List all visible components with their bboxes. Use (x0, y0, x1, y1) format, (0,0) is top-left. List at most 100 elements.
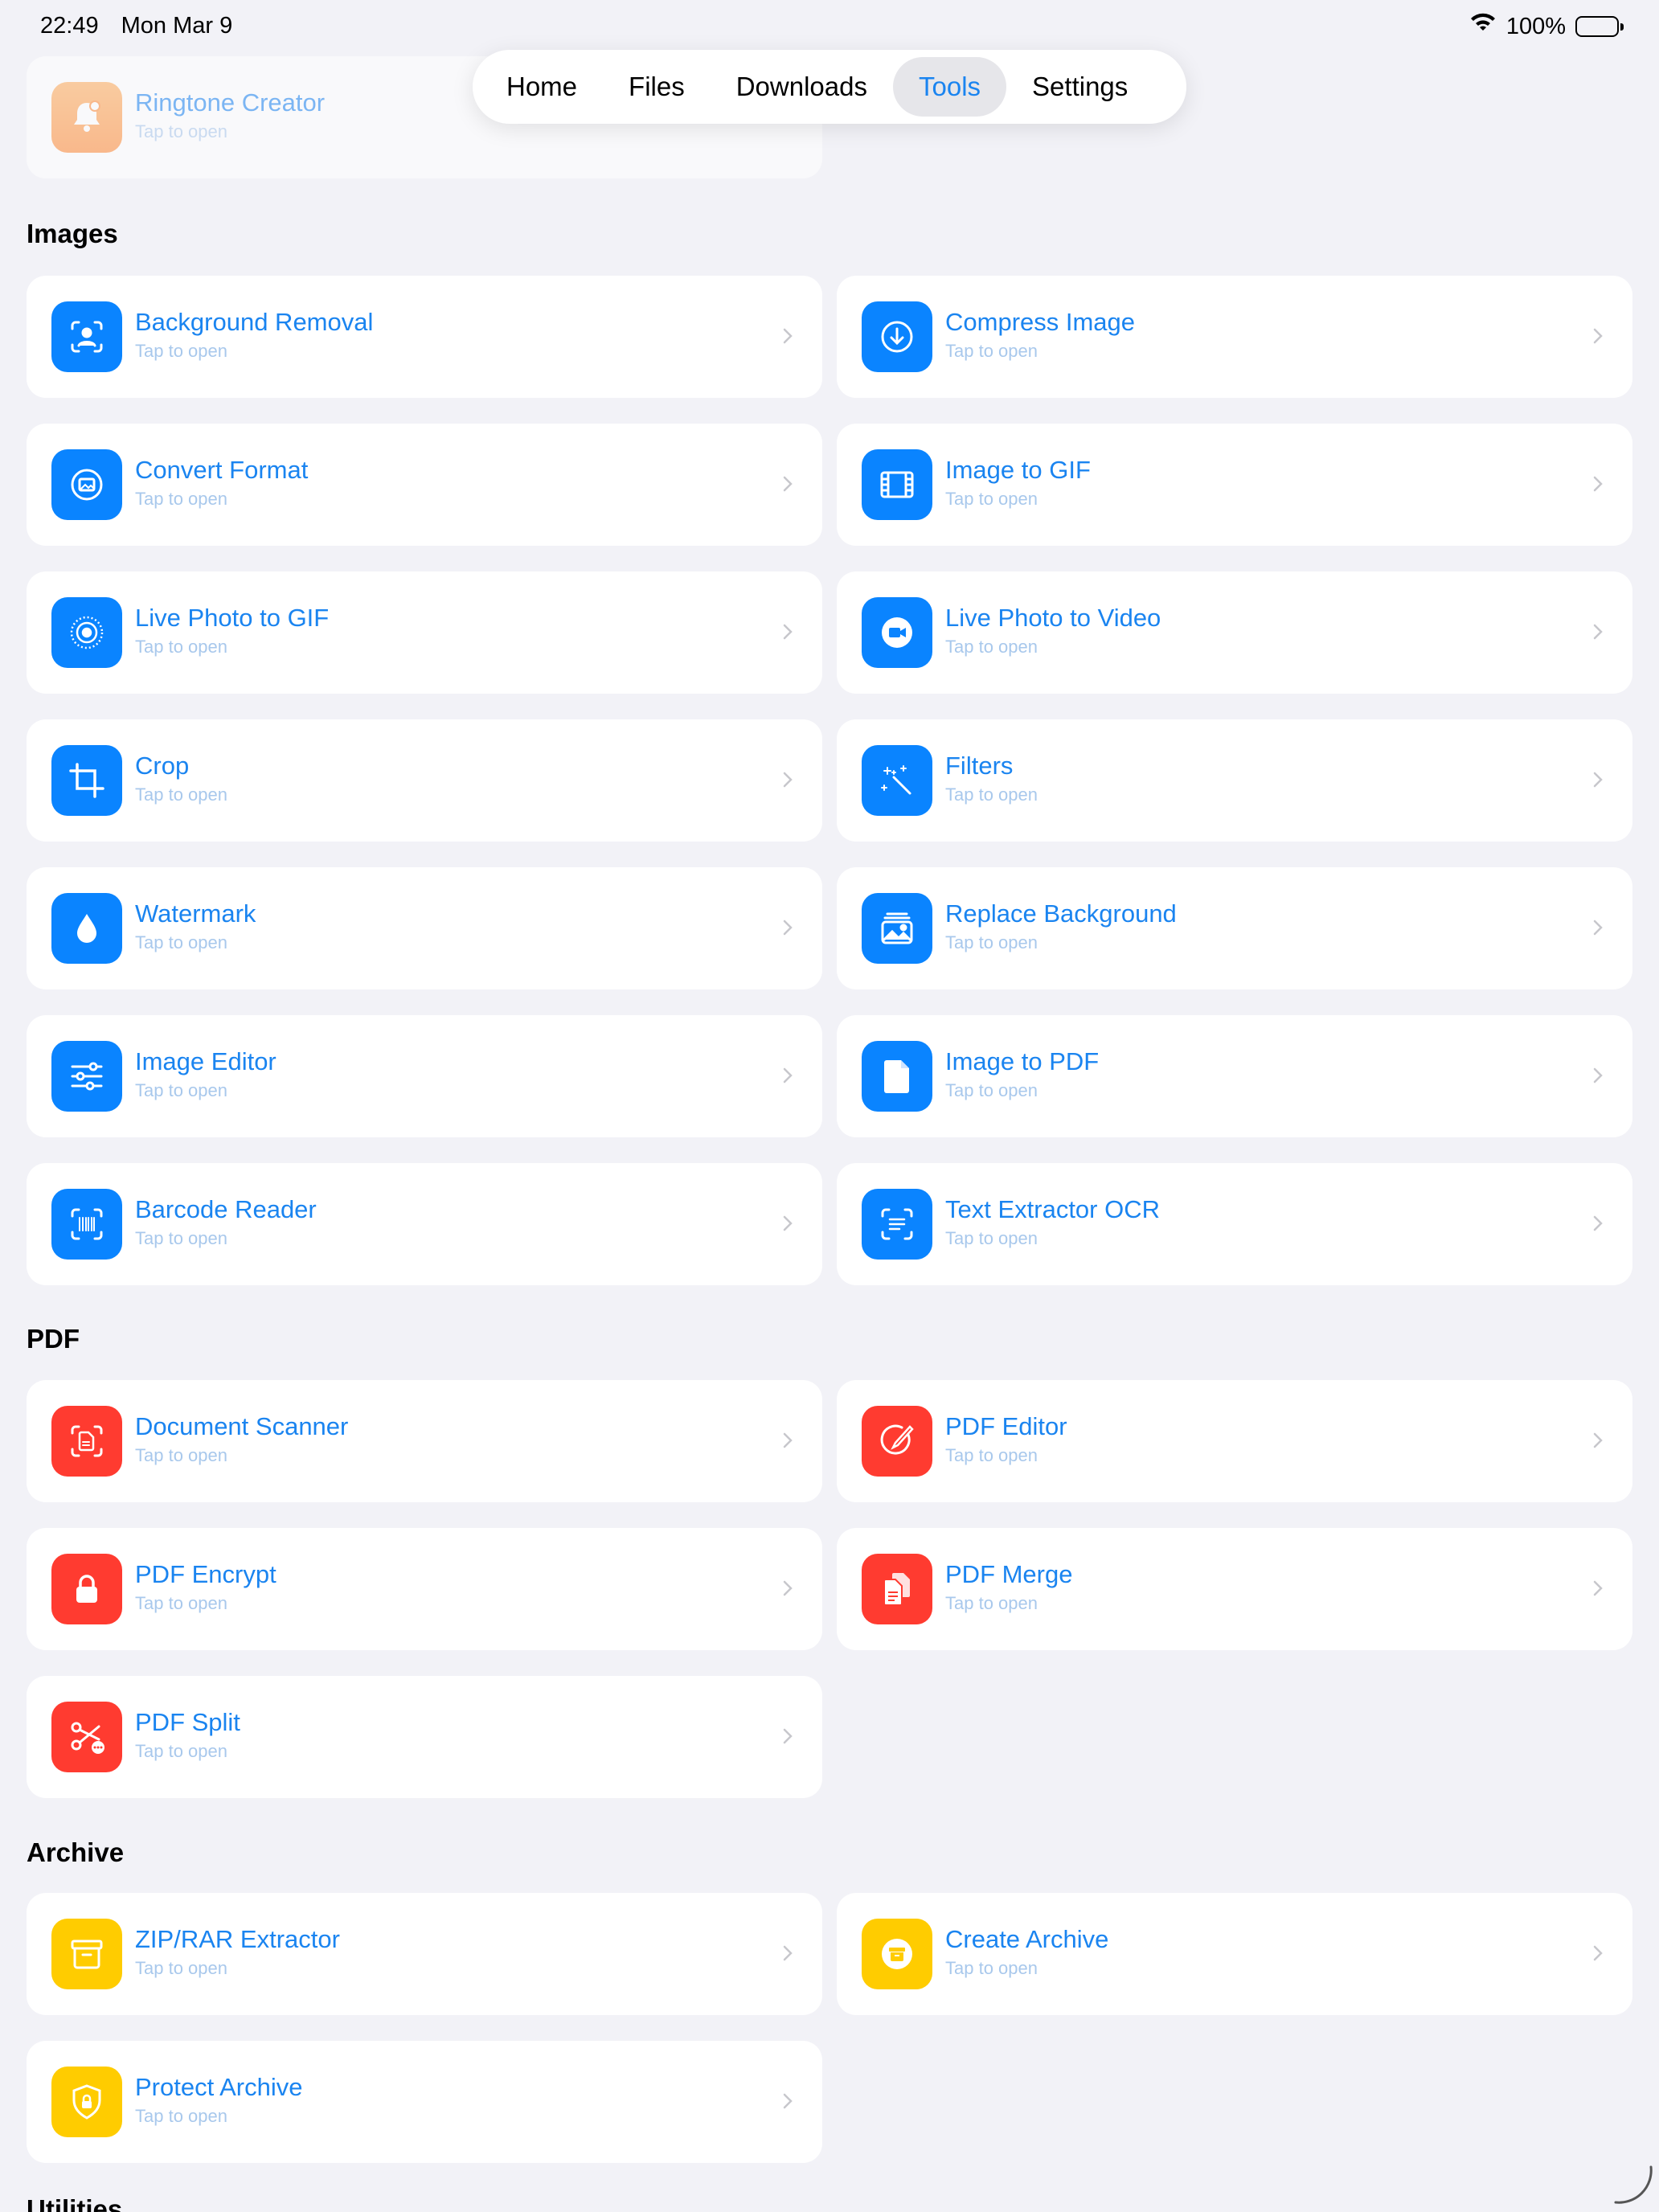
tool-title: Image to PDF (945, 1047, 1100, 1075)
chevron-right-icon (783, 2093, 793, 2109)
tool-subtitle: Tap to open (135, 932, 227, 952)
tool-card-live-photo-to-gif[interactable]: Live Photo to GIF Tap to open (27, 571, 822, 694)
tool-card-replace-background[interactable]: Replace Background Tap to open (837, 867, 1632, 989)
tool-card-pdf-split[interactable]: PDF Split Tap to open (27, 1676, 822, 1798)
tool-title: Convert Format (135, 456, 309, 484)
chevron-right-icon (783, 772, 793, 788)
status-bar: 22:49 Mon Mar 9 100% (0, 0, 1659, 53)
chevron-right-icon (1593, 920, 1603, 936)
tab-home[interactable]: Home (481, 57, 603, 117)
chevron-right-icon (783, 920, 793, 936)
tool-subtitle: Tap to open (135, 341, 227, 361)
arrow-down-circle-icon (862, 301, 932, 372)
tool-title: Background Removal (135, 308, 374, 336)
tool-subtitle: Tap to open (135, 1593, 227, 1613)
tool-subtitle: Tap to open (945, 784, 1038, 805)
status-date: Mon Mar 9 (121, 13, 233, 39)
section-title-archive: Archive (27, 1837, 125, 1867)
section-title-pdf: PDF (27, 1324, 80, 1354)
tool-card-watermark[interactable]: Watermark Tap to open (27, 867, 822, 989)
tool-card-compress-image[interactable]: Compress Image Tap to open (837, 276, 1632, 398)
chevron-right-icon (783, 1728, 793, 1744)
person-viewfinder-icon (51, 301, 122, 372)
chevron-right-icon (783, 1945, 793, 1961)
chevron-right-icon (1593, 1580, 1603, 1596)
tool-subtitle: Tap to open (135, 1445, 227, 1465)
tool-card-crop[interactable]: Crop Tap to open (27, 719, 822, 842)
tool-card-live-photo-to-video[interactable]: Live Photo to Video Tap to open (837, 571, 1632, 694)
tool-subtitle: Tap to open (135, 637, 227, 657)
chevron-right-icon (1593, 1945, 1603, 1961)
tool-card-convert-format[interactable]: Convert Format Tap to open (27, 424, 822, 546)
pencil-circle-icon (862, 1406, 932, 1477)
archive-circle-icon (862, 1919, 932, 1989)
tool-subtitle: Tap to open (135, 784, 227, 805)
tool-subtitle: Tap to open (945, 637, 1038, 657)
tool-card-image-to-gif[interactable]: Image to GIF Tap to open (837, 424, 1632, 546)
film-icon (862, 449, 932, 520)
tab-files[interactable]: Files (603, 57, 711, 117)
tool-card-filters[interactable]: Filters Tap to open (837, 719, 1632, 842)
section-title-utilities: Utilities (27, 2194, 123, 2212)
tool-card-background-removal[interactable]: Background Removal Tap to open (27, 276, 822, 398)
tool-subtitle: Tap to open (945, 1958, 1038, 1978)
chevron-right-icon (783, 1215, 793, 1231)
tool-title: PDF Encrypt (135, 1560, 276, 1588)
tool-card-text-extractor-ocr[interactable]: Text Extractor OCR Tap to open (837, 1163, 1632, 1285)
section-title-images: Images (27, 219, 118, 248)
tool-title: ZIP/RAR Extractor (135, 1925, 340, 1953)
chevron-right-icon (783, 328, 793, 344)
tool-subtitle: Tap to open (135, 489, 227, 509)
tool-title: Image Editor (135, 1047, 276, 1075)
tool-subtitle: Tap to open (135, 1080, 227, 1100)
top-tab-bar: Home Files Downloads Tools Settings (473, 50, 1186, 124)
tool-subtitle: Tap to open (135, 121, 227, 141)
tool-subtitle: Tap to open (945, 932, 1038, 952)
tool-card-document-scanner[interactable]: Document Scanner Tap to open (27, 1380, 822, 1502)
tool-card-image-to-pdf[interactable]: Image to PDF Tap to open (837, 1015, 1632, 1137)
chevron-right-icon (783, 1580, 793, 1596)
lock-shield-icon (51, 2067, 122, 2137)
tool-title: Protect Archive (135, 2073, 303, 2101)
crop-icon (51, 745, 122, 816)
text-viewfinder-icon (862, 1189, 932, 1260)
battery-percent: 100% (1505, 13, 1566, 39)
tool-card-create-archive[interactable]: Create Archive Tap to open (837, 1893, 1632, 2015)
scroll-indicator (1614, 2165, 1653, 2204)
tool-title: Compress Image (945, 308, 1136, 336)
tool-title: Text Extractor OCR (945, 1195, 1160, 1223)
sliders-icon (51, 1041, 122, 1112)
chevron-right-icon (1593, 772, 1603, 788)
tool-title: PDF Merge (945, 1560, 1073, 1588)
tool-title: Replace Background (945, 899, 1177, 928)
tool-card-barcode-reader[interactable]: Barcode Reader Tap to open (27, 1163, 822, 1285)
tab-downloads[interactable]: Downloads (711, 57, 893, 117)
tool-card-protect-archive[interactable]: Protect Archive Tap to open (27, 2041, 822, 2163)
tool-title: Live Photo to GIF (135, 604, 330, 632)
tab-tools[interactable]: Tools (892, 57, 1007, 117)
doc-viewfinder-icon (51, 1406, 122, 1477)
tool-title: PDF Editor (945, 1412, 1067, 1440)
battery-icon (1575, 16, 1624, 37)
chevron-right-icon (1593, 1067, 1603, 1083)
tool-card-pdf-editor[interactable]: PDF Editor Tap to open (837, 1380, 1632, 1502)
chevron-right-icon (1593, 1215, 1603, 1231)
tool-title: Barcode Reader (135, 1195, 317, 1223)
tool-subtitle: Tap to open (135, 2106, 227, 2126)
scissors-icon (51, 1702, 122, 1772)
tool-card-zip-rar-extractor[interactable]: ZIP/RAR Extractor Tap to open (27, 1893, 822, 2015)
tool-title: Ringtone Creator (135, 88, 326, 117)
tool-card-pdf-merge[interactable]: PDF Merge Tap to open (837, 1528, 1632, 1650)
tool-title: Create Archive (945, 1925, 1109, 1953)
chevron-right-icon (1593, 476, 1603, 492)
tool-title: Watermark (135, 899, 256, 928)
tab-settings[interactable]: Settings (1006, 57, 1153, 117)
chevron-right-icon (783, 476, 793, 492)
tool-subtitle: Tap to open (135, 1958, 227, 1978)
document-icon (862, 1041, 932, 1112)
tool-card-pdf-encrypt[interactable]: PDF Encrypt Tap to open (27, 1528, 822, 1650)
photo-stack-icon (862, 893, 932, 964)
status-time-date: 22:49 Mon Mar 9 (40, 13, 232, 39)
tool-subtitle: Tap to open (945, 489, 1038, 509)
tool-card-image-editor[interactable]: Image Editor Tap to open (27, 1015, 822, 1137)
